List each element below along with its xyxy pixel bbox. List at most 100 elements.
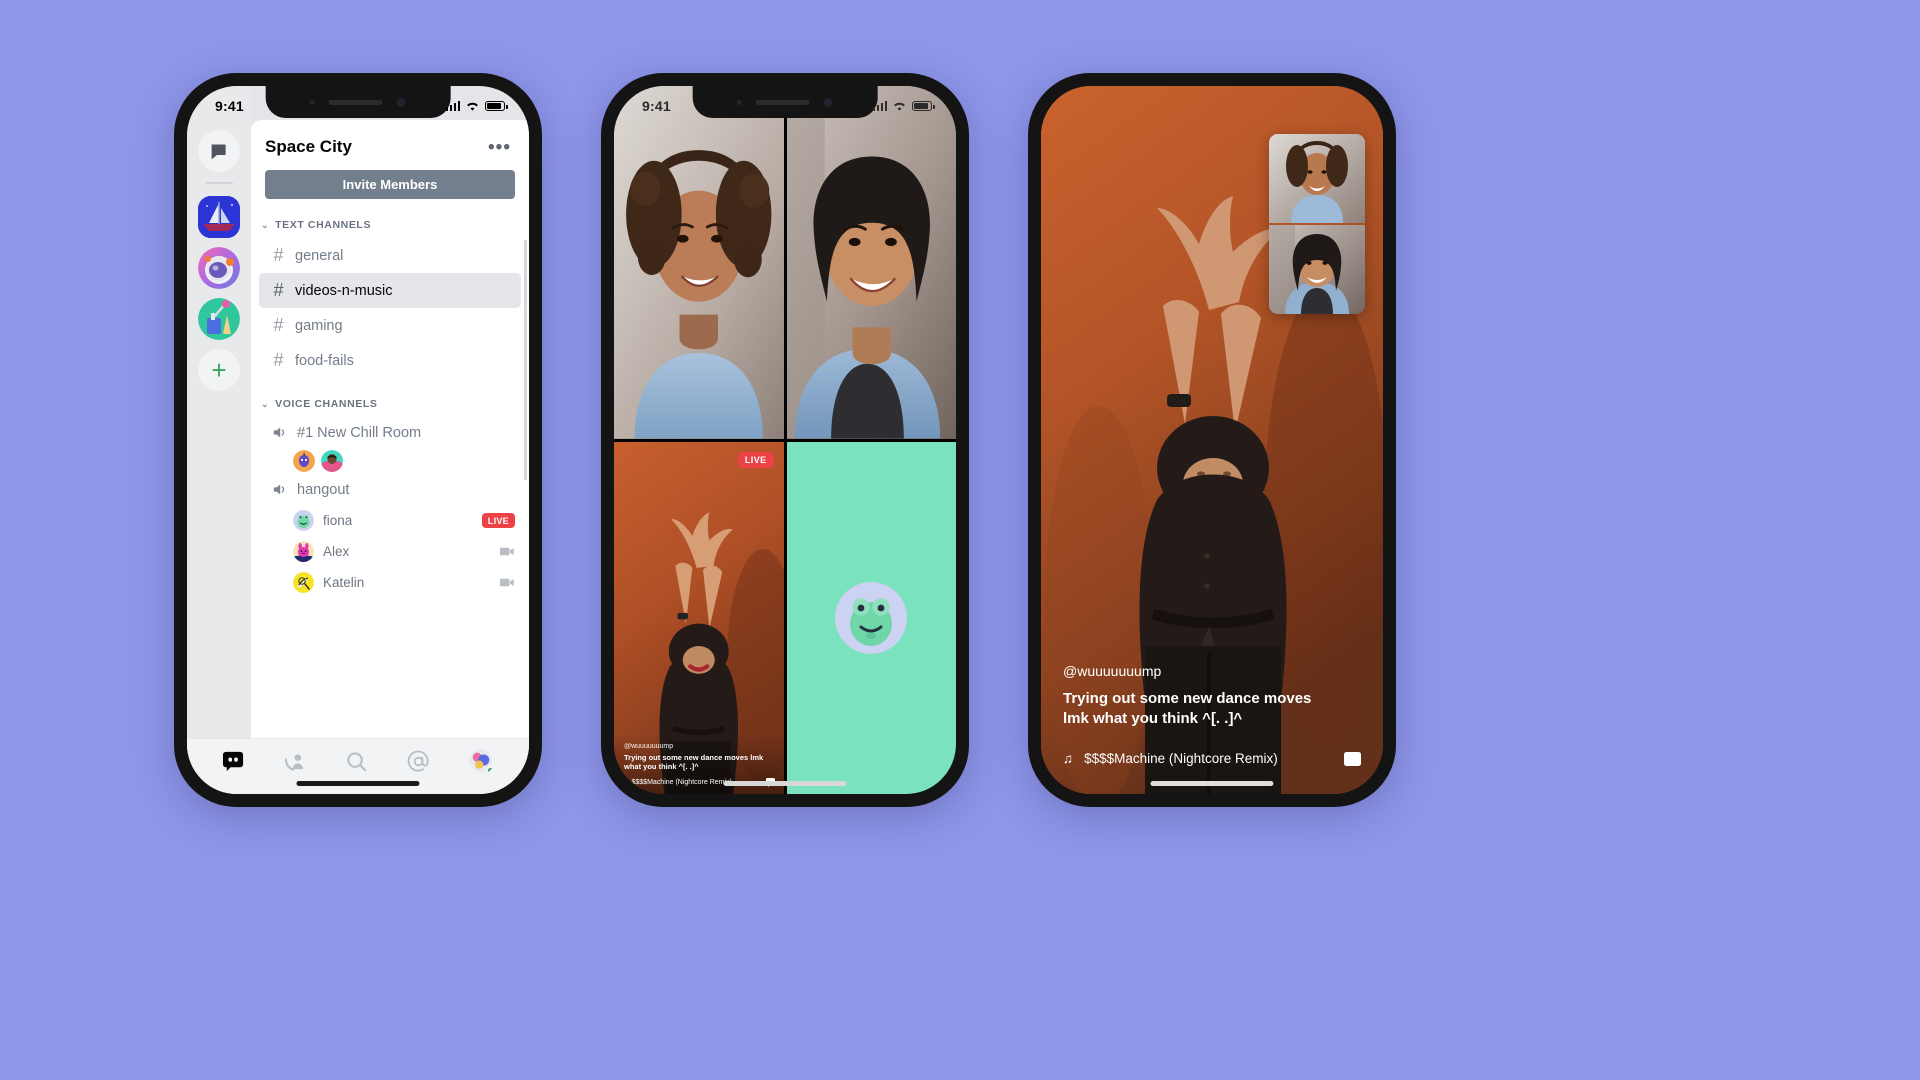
sidebar-item-direct-messages[interactable] <box>198 130 240 172</box>
sidebar-item-guild-astronaut[interactable] <box>198 247 240 289</box>
avatar[interactable] <box>293 450 315 472</box>
mentions-tab[interactable] <box>407 750 430 773</box>
voice-member-katelin[interactable]: Katelin <box>251 567 529 598</box>
avatar[interactable] <box>321 450 343 472</box>
person-avatar <box>321 450 343 472</box>
voice-channel-label: hangout <box>297 481 350 498</box>
stream-handle: @wuuuuuuump <box>624 742 674 750</box>
voice-member-fiona[interactable]: fiona LIVE <box>251 505 529 536</box>
chat-bubble-icon <box>211 144 226 159</box>
status-time: 9:41 <box>215 98 244 114</box>
category-text-channels[interactable]: ⌄ TEXT CHANNELS <box>251 199 529 238</box>
sidebar-item-guild-paint[interactable] <box>198 298 240 340</box>
wifi-icon <box>467 102 478 111</box>
member-name: Alex <box>323 544 350 559</box>
chevron-down-icon: ⌄ <box>261 398 270 409</box>
pip-participant-2[interactable] <box>1269 225 1365 314</box>
camera-icon <box>500 544 515 559</box>
chat-icon[interactable] <box>1344 751 1361 766</box>
channel-label: gaming <box>295 317 343 334</box>
channel-general[interactable]: # general <box>259 238 521 273</box>
voice-member-alex[interactable]: Alex <box>251 536 529 567</box>
phone-mockup-video-call: 9:41 LIVE @wuuuuuuump Trying out some ne… <box>601 73 969 807</box>
avatar <box>468 749 494 774</box>
camera-icon <box>500 575 515 590</box>
battery-icon <box>485 101 508 111</box>
stream-music-row: ♫ $$$$Machine (Nightcore Remix) <box>1063 751 1361 766</box>
stream-video-dance[interactable]: LIVE @wuuuuuuump Trying out some new dan… <box>614 441 784 794</box>
search-icon <box>347 752 367 772</box>
channel-food-fails[interactable]: # food-fails <box>259 343 521 378</box>
servers-tab[interactable] <box>222 750 245 773</box>
scrollbar[interactable] <box>524 240 527 480</box>
pip-photo-2 <box>1269 225 1365 314</box>
category-voice-channels[interactable]: ⌄ VOICE CHANNELS <box>251 378 529 417</box>
paint-avatar <box>198 298 240 340</box>
invite-members-button[interactable]: Invite Members <box>265 170 515 199</box>
status-bar: 9:41 <box>187 86 529 120</box>
voice-channel-label: #1 New Chill Room <box>297 424 422 441</box>
category-label: VOICE CHANNELS <box>275 398 378 410</box>
member-name: Katelin <box>323 575 365 590</box>
discord-logo-icon <box>223 751 244 772</box>
participant-photo-2 <box>786 86 956 439</box>
bunny-avatar <box>293 541 314 562</box>
participant-avatar-tile[interactable] <box>786 441 956 794</box>
battery-icon <box>912 101 935 111</box>
page-title: Space City <box>265 137 352 156</box>
music-title: $$$$Machine (Nightcore Remix) <box>1084 751 1278 766</box>
server-header: Space City ••• <box>251 120 529 157</box>
channel-gaming[interactable]: # gaming <box>259 308 521 343</box>
pip-participant-1[interactable] <box>1269 134 1365 223</box>
participant-photo-1 <box>614 86 784 439</box>
voice-channel-avatars <box>251 448 529 474</box>
hash-icon: # <box>273 350 284 370</box>
voice-channel-new-chill-room[interactable]: #1 New Chill Room <box>259 417 521 448</box>
search-tab[interactable] <box>345 750 368 773</box>
pip-photo-1 <box>1269 134 1365 223</box>
voice-channel-hangout[interactable]: hangout <box>259 474 521 505</box>
signal-icon <box>445 101 460 111</box>
profile-tab[interactable] <box>468 749 494 774</box>
category-label: TEXT CHANNELS <box>275 219 372 231</box>
sidebar-item-guild-sailboat[interactable] <box>198 196 240 238</box>
participant-video-2[interactable] <box>786 86 956 439</box>
chevron-down-icon: ⌄ <box>261 219 270 230</box>
at-mention-icon <box>407 750 429 772</box>
frog-avatar <box>835 581 908 654</box>
guild-rail: + <box>187 86 251 794</box>
signal-icon <box>872 101 887 111</box>
wifi-icon <box>894 102 905 111</box>
friends-icon <box>284 754 304 771</box>
channel-label: videos-n-music <box>295 282 393 299</box>
phone-mockup-sidebar: 9:41 + Space City ••• Invite Members ⌄ T… <box>174 73 542 807</box>
picture-in-picture-stack[interactable] <box>1269 134 1365 314</box>
speaker-icon <box>273 427 285 438</box>
plus-icon: + <box>211 355 227 385</box>
avatar <box>835 581 908 654</box>
speaker-icon <box>273 484 285 495</box>
rail-divider <box>205 182 233 184</box>
phone-mockup-fullscreen-stream: @wuuuuuuump Trying out some new dance mo… <box>1028 73 1396 807</box>
member-name: fiona <box>323 513 353 528</box>
add-server-button[interactable]: + <box>198 349 240 391</box>
video-call-grid: LIVE @wuuuuuuump Trying out some new dan… <box>614 86 956 794</box>
frog-avatar <box>293 510 314 531</box>
participant-video-1[interactable] <box>614 86 784 439</box>
server-sidebar: Space City ••• Invite Members ⌄ TEXT CHA… <box>251 120 529 794</box>
online-status-indicator <box>485 766 494 774</box>
music-note-icon: ♪ <box>624 778 628 786</box>
home-indicator <box>723 781 847 786</box>
home-indicator <box>296 781 420 786</box>
sailboat-avatar <box>198 196 240 238</box>
avatar <box>293 572 314 593</box>
genie-avatar <box>293 450 315 472</box>
server-more-button[interactable]: ••• <box>488 138 515 157</box>
channel-label: general <box>295 247 344 264</box>
friends-tab[interactable] <box>284 750 307 773</box>
music-title: $$$$Machine (Nightcore Remix) <box>631 778 732 786</box>
stream-caption: @wuuuuuuump Trying out some new dance mo… <box>1041 663 1383 795</box>
status-time: 9:41 <box>642 98 671 114</box>
channel-videos-n-music[interactable]: # videos-n-music <box>259 273 521 308</box>
music-note-icon: ♫ <box>1063 751 1074 766</box>
